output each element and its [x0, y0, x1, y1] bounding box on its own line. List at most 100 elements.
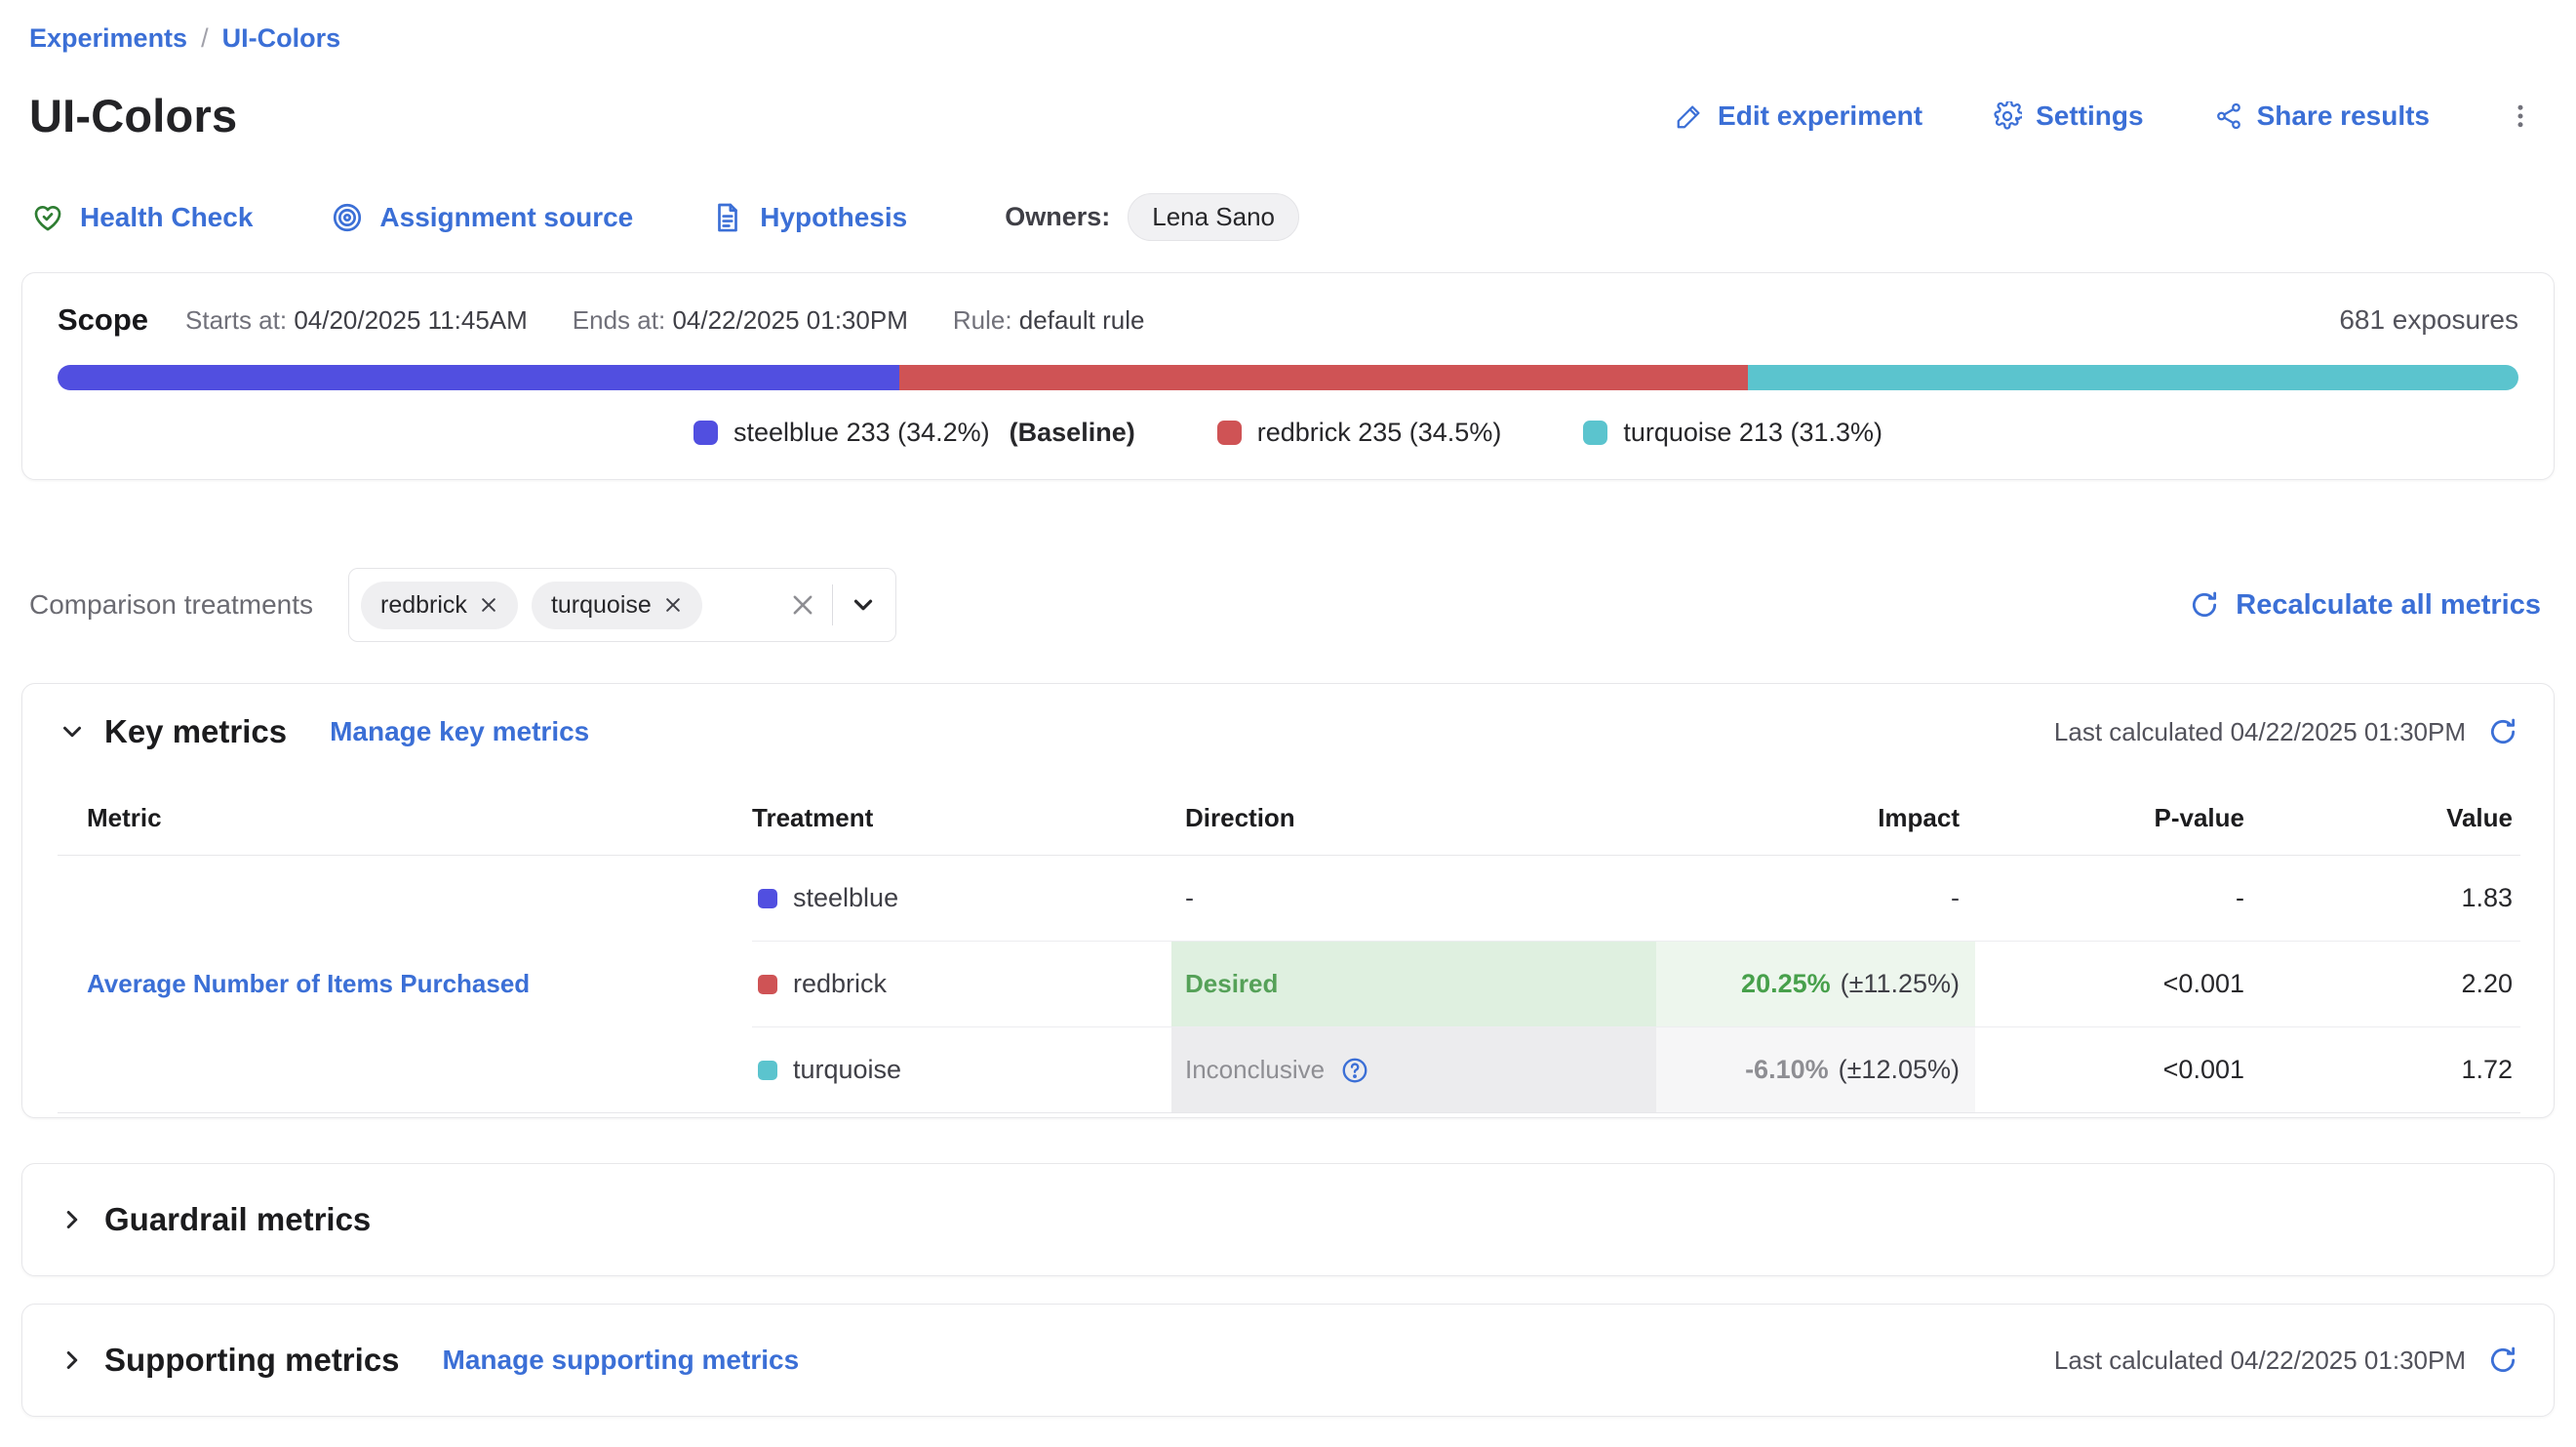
column-header-direction: Direction	[1171, 780, 1656, 856]
chip-label: turquoise	[551, 591, 652, 620]
impact-value: 20.25%	[1741, 969, 1831, 999]
pencil-icon	[1675, 101, 1704, 131]
pvalue: <0.001	[2163, 969, 2244, 999]
treatment-name: turquoise	[793, 1055, 901, 1085]
question-circle-icon[interactable]	[1340, 1056, 1369, 1085]
refresh-icon[interactable]	[2487, 716, 2518, 747]
allocation-bar	[58, 365, 2518, 390]
starts-at-label: Starts at:	[185, 305, 287, 335]
page-title: UI-Colors	[29, 89, 237, 142]
owners-label: Owners:	[1005, 202, 1110, 232]
remove-redbrick-icon[interactable]	[479, 595, 498, 615]
remove-turquoise-icon[interactable]	[663, 595, 683, 615]
health-check-link[interactable]: Health Check	[31, 201, 253, 234]
legend-item-steelblue: steelblue 233 (34.2%) (Baseline)	[694, 418, 1135, 448]
starts-at-value: 04/20/2025 11:45AM	[294, 305, 527, 335]
recalculate-all-metrics-button[interactable]: Recalculate all metrics	[2189, 589, 2541, 622]
direction-value: Inconclusive	[1185, 1055, 1325, 1085]
breadcrumb-current[interactable]: UI-Colors	[222, 23, 341, 54]
column-header-pvalue: P-value	[1975, 780, 2264, 856]
metric-link[interactable]: Average Number of Items Purchased	[87, 969, 530, 999]
refresh-icon	[2189, 589, 2220, 621]
ends-at-label: Ends at:	[573, 305, 665, 335]
edit-experiment-label: Edit experiment	[1718, 100, 1922, 132]
hypothesis-link[interactable]: Hypothesis	[711, 201, 907, 234]
share-icon	[2214, 101, 2243, 131]
table-row-redbrick-impact: 20.25% (±11.25%)	[1656, 942, 1975, 1027]
breadcrumb-separator: /	[201, 23, 209, 54]
rule-value: default rule	[1019, 305, 1145, 335]
value: 2.20	[2461, 969, 2513, 999]
rule-label: Rule:	[953, 305, 1012, 335]
supporting-last-calculated: Last calculated 04/22/2025 01:30PM	[2054, 1346, 2466, 1376]
scope-card: Scope Starts at: 04/20/2025 11:45AM Ends…	[21, 272, 2555, 480]
experiment-page: Experiments / UI-Colors UI-Colors Edit e…	[0, 0, 2576, 1447]
value: 1.72	[2461, 1055, 2513, 1085]
settings-button[interactable]: Settings	[1993, 100, 2143, 132]
baseline-badge: (Baseline)	[1010, 418, 1135, 448]
document-icon	[711, 201, 744, 234]
table-row-steelblue-treatment: steelblue	[752, 856, 1171, 942]
impact-ci: (±11.25%)	[1841, 969, 1960, 999]
guardrail-metrics-title: Guardrail metrics	[104, 1201, 371, 1238]
comparison-treatments-label: Comparison treatments	[29, 589, 313, 621]
table-row-steelblue-pvalue: -	[1975, 856, 2264, 942]
impact-ci: (±12.05%)	[1839, 1055, 1960, 1085]
refresh-icon[interactable]	[2487, 1345, 2518, 1376]
breadcrumb-experiments[interactable]: Experiments	[29, 23, 187, 54]
allocation-segment-turquoise	[1748, 365, 2518, 390]
supporting-metrics-title: Supporting metrics	[104, 1342, 400, 1379]
treatment-name: redbrick	[793, 969, 887, 999]
column-header-value: Value	[2264, 780, 2520, 856]
pvalue: -	[2236, 883, 2244, 913]
assignment-source-label: Assignment source	[379, 202, 633, 233]
steelblue-swatch	[758, 889, 777, 908]
table-row-redbrick-direction: Desired	[1171, 942, 1656, 1027]
owner-pill[interactable]: Lena Sano	[1128, 193, 1299, 241]
table-row-turquoise-pvalue: <0.001	[1975, 1027, 2264, 1113]
clear-selection-icon[interactable]	[789, 591, 816, 619]
scope-title: Scope	[58, 302, 148, 338]
gear-icon	[1993, 101, 2022, 131]
table-row-redbrick-value: 2.20	[2264, 942, 2520, 1027]
column-header-treatment: Treatment	[752, 780, 1171, 856]
hypothesis-label: Hypothesis	[760, 202, 907, 233]
value: 1.83	[2461, 883, 2513, 913]
legend-item-redbrick: redbrick 235 (34.5%)	[1217, 418, 1502, 448]
allocation-legend: steelblue 233 (34.2%) (Baseline) redbric…	[58, 418, 2518, 448]
table-row-steelblue-value: 1.83	[2264, 856, 2520, 942]
health-check-label: Health Check	[80, 202, 253, 233]
turquoise-swatch	[758, 1061, 777, 1080]
owners: Owners: Lena Sano	[1005, 193, 1299, 241]
more-options-button[interactable]	[2500, 96, 2541, 137]
table-row-steelblue-impact: -	[1656, 856, 1975, 942]
comparison-treatments-select[interactable]: redbrick turquoise	[348, 568, 896, 642]
key-metrics-last-calculated: Last calculated 04/22/2025 01:30PM	[2054, 717, 2466, 747]
table-row-steelblue-direction: -	[1171, 856, 1656, 942]
legend-label: redbrick 235 (34.5%)	[1257, 418, 1502, 448]
bullseye-icon	[331, 201, 364, 234]
guardrail-metrics-card: Guardrail metrics	[21, 1163, 2555, 1276]
share-results-label: Share results	[2257, 100, 2430, 132]
breadcrumb: Experiments / UI-Colors	[0, 0, 2576, 54]
key-metrics-table: Metric Treatment Direction Impact P-valu…	[58, 780, 2518, 1113]
table-row-redbrick-pvalue: <0.001	[1975, 942, 2264, 1027]
assignment-source-link[interactable]: Assignment source	[331, 201, 633, 234]
collapse-key-metrics-icon[interactable]	[58, 717, 87, 746]
manage-supporting-metrics-link[interactable]: Manage supporting metrics	[443, 1345, 800, 1376]
edit-experiment-button[interactable]: Edit experiment	[1675, 100, 1922, 132]
chevron-down-icon[interactable]	[849, 590, 878, 620]
chip-redbrick: redbrick	[361, 582, 518, 629]
select-divider	[832, 584, 833, 625]
exposures-count: 681 exposures	[2339, 304, 2518, 336]
heart-check-icon	[31, 201, 64, 234]
impact-value: -	[1951, 883, 1960, 913]
legend-label: steelblue 233 (34.2%)	[733, 418, 990, 448]
expand-guardrail-icon[interactable]	[58, 1205, 87, 1234]
expand-supporting-icon[interactable]	[58, 1346, 87, 1375]
scope-meta: Starts at: 04/20/2025 11:45AM Ends at: 0…	[185, 305, 1144, 336]
legend-item-turquoise: turquoise 213 (31.3%)	[1583, 418, 1882, 448]
manage-key-metrics-link[interactable]: Manage key metrics	[330, 716, 589, 747]
table-row-turquoise-value: 1.72	[2264, 1027, 2520, 1113]
share-results-button[interactable]: Share results	[2214, 100, 2430, 132]
